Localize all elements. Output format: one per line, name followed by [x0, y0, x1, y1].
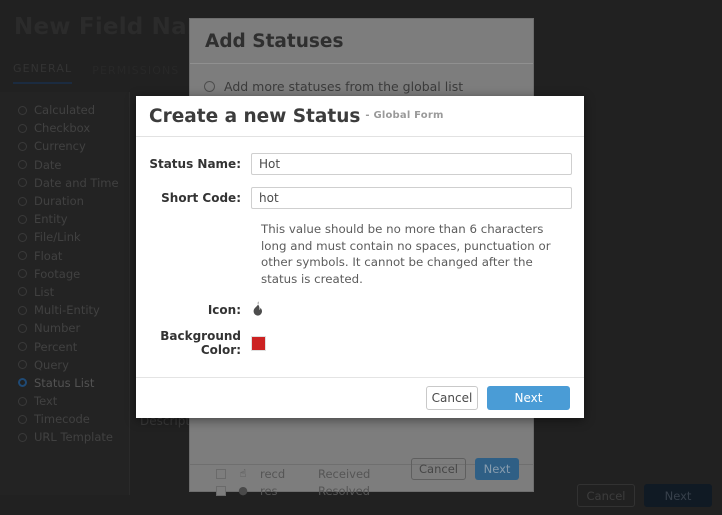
field-type-list: Calculated Checkbox Currency Date Date a… [0, 101, 130, 447]
global-list-option-label: Add more statuses from the global list [224, 79, 464, 94]
field-type-label: Date [34, 157, 62, 172]
field-type-label: Multi-Entity [34, 303, 100, 318]
radio-icon[interactable] [18, 287, 27, 297]
field-type-label: Entity [34, 212, 68, 227]
modal-title: Create a new Status [149, 105, 361, 127]
radio-icon[interactable] [18, 251, 27, 261]
page-footer: Cancel Next [577, 484, 712, 507]
short-code-row: Short Code: [148, 187, 572, 209]
radio-icon[interactable] [18, 432, 27, 442]
status-name-row: Status Name: [148, 153, 572, 175]
field-type-file-link[interactable]: File/Link [0, 228, 130, 246]
background-color-label: Background Color: [160, 329, 241, 357]
short-code-input[interactable] [251, 187, 572, 209]
page-next-button[interactable]: Next [644, 484, 712, 507]
add-statuses-title: Add Statuses [205, 30, 344, 52]
field-type-label: Number [34, 321, 81, 336]
field-type-query[interactable]: Query [0, 356, 130, 374]
cancel-button[interactable]: Cancel [426, 386, 478, 410]
field-type-label: Footage [34, 266, 81, 281]
field-type-float[interactable]: Float [0, 247, 130, 265]
modal-subtitle: - Global Form [365, 110, 444, 121]
field-type-entity[interactable]: Entity [0, 210, 130, 228]
field-type-label: Timecode [34, 412, 90, 427]
field-type-calculated[interactable]: Calculated [0, 101, 130, 119]
field-type-label: Status List [34, 375, 95, 390]
modal-body: Status Name: Short Code: This value shou… [136, 137, 584, 377]
field-type-text[interactable]: Text [0, 392, 130, 410]
global-list-option[interactable]: Add more statuses from the global list [204, 79, 519, 94]
radio-icon[interactable] [18, 178, 27, 188]
radio-icon[interactable] [18, 196, 27, 206]
field-type-date-and-time[interactable]: Date and Time [0, 174, 130, 192]
radio-icon[interactable] [18, 342, 27, 352]
field-type-footage[interactable]: Footage [0, 265, 130, 283]
field-type-label: Text [34, 394, 58, 409]
radio-icon[interactable] [18, 269, 27, 279]
background-color-row: Background Color: [148, 329, 572, 357]
radio-icon[interactable] [18, 396, 27, 406]
field-type-list[interactable]: List [0, 283, 130, 301]
radio-icon[interactable] [18, 160, 27, 170]
radio-icon[interactable] [18, 414, 27, 424]
field-type-panel: Calculated Checkbox Currency Date Date a… [0, 92, 130, 495]
short-code-help-text: This value should be no more than 6 char… [261, 222, 551, 286]
field-type-multi-entity[interactable]: Multi-Entity [0, 301, 130, 319]
field-type-label: Percent [34, 339, 78, 354]
field-type-label: Float [34, 248, 63, 263]
field-type-label: Calculated [34, 103, 96, 118]
field-type-label: Query [34, 357, 69, 372]
add-statuses-next-button[interactable]: Next [475, 458, 519, 480]
short-code-label: Short Code: [161, 191, 241, 205]
screen: New Field Name GENERAL PERMISSIONS Calcu… [0, 0, 722, 515]
radio-selected-icon[interactable] [18, 378, 27, 388]
field-type-percent[interactable]: Percent [0, 337, 130, 355]
radio-icon[interactable] [18, 305, 27, 315]
radio-icon[interactable] [18, 214, 27, 224]
field-type-currency[interactable]: Currency [0, 137, 130, 155]
radio-icon[interactable] [204, 81, 215, 92]
add-statuses-cancel-button[interactable]: Cancel [411, 458, 466, 480]
radio-icon[interactable] [18, 360, 27, 370]
flame-icon[interactable] [251, 301, 264, 319]
status-name-label: Status Name: [149, 157, 241, 171]
background-color-swatch[interactable] [251, 335, 266, 351]
radio-icon[interactable] [18, 123, 27, 133]
tab-bar: GENERAL PERMISSIONS [13, 62, 179, 84]
field-type-date[interactable]: Date [0, 156, 130, 174]
modal-footer: Cancel Next [136, 377, 584, 418]
icon-label: Icon: [207, 303, 241, 317]
radio-icon[interactable] [18, 105, 27, 115]
field-type-label: Date and Time [34, 175, 119, 190]
field-type-label: Duration [34, 194, 84, 209]
add-statuses-footer: Cancel Next [190, 447, 533, 491]
page-cancel-button[interactable]: Cancel [577, 484, 635, 507]
add-statuses-header: Add Statuses [190, 19, 533, 64]
field-type-label: File/Link [34, 230, 81, 245]
tab-general[interactable]: GENERAL [13, 62, 73, 84]
radio-icon[interactable] [18, 141, 27, 151]
field-type-url-template[interactable]: URL Template [0, 428, 130, 446]
create-status-modal: Create a new Status - Global Form Status… [136, 96, 584, 418]
field-type-status-list[interactable]: Status List [0, 374, 130, 392]
modal-header: Create a new Status - Global Form [136, 96, 584, 137]
field-type-checkbox[interactable]: Checkbox [0, 119, 130, 137]
field-type-label: List [34, 284, 55, 299]
radio-icon[interactable] [18, 232, 27, 242]
field-type-label: Currency [34, 139, 86, 154]
next-button[interactable]: Next [487, 386, 570, 410]
field-type-duration[interactable]: Duration [0, 192, 130, 210]
field-type-label: URL Template [34, 430, 113, 445]
icon-row: Icon: [148, 301, 572, 319]
status-name-input[interactable] [251, 153, 572, 175]
field-type-timecode[interactable]: Timecode [0, 410, 130, 428]
field-type-label: Checkbox [34, 121, 91, 136]
field-type-number[interactable]: Number [0, 319, 130, 337]
tab-permissions[interactable]: PERMISSIONS [92, 64, 179, 84]
radio-icon[interactable] [18, 323, 27, 333]
